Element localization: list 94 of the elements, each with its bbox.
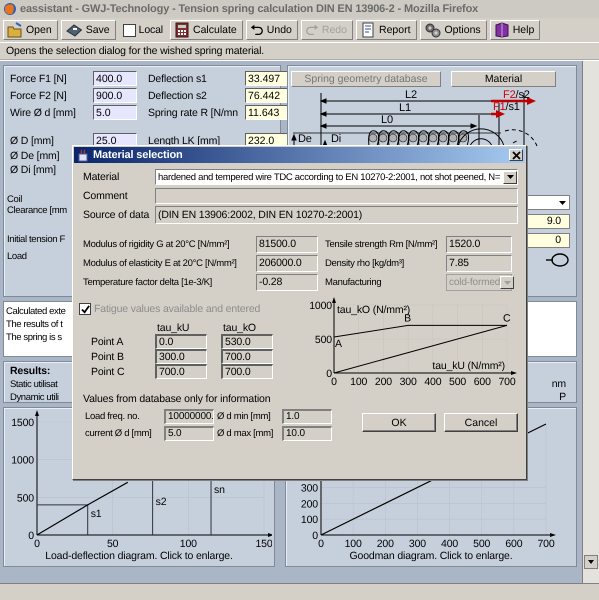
dialog-title: Material selection — [93, 149, 183, 161]
dimension-label: L1 — [399, 102, 411, 114]
tick-label: 400 — [424, 376, 442, 388]
field-label: Load freq. no. — [85, 411, 140, 422]
tick-label: 500 — [314, 334, 332, 346]
tick-label: 0 — [331, 376, 337, 388]
tick-label: 500 — [16, 492, 34, 504]
result-label: Deflection s1 — [147, 72, 207, 84]
tick-label: 0 — [28, 530, 34, 542]
reference-label: s2 — [156, 496, 166, 508]
field-label: Ø D [mm] — [10, 134, 54, 146]
tick-label: 700 — [498, 376, 516, 388]
field-label: Force F2 [N] — [10, 90, 67, 102]
result-label: Spring rate R [N/mn — [147, 106, 238, 118]
result-label: Deflection s2 — [147, 90, 207, 102]
field-label: Coil — [7, 194, 22, 205]
field-label: current Ø d [mm] — [85, 428, 152, 439]
tick-label: 500 — [472, 538, 490, 548]
field-label: Initial tension F — [7, 234, 65, 245]
tick-label: 0 — [34, 538, 40, 548]
results-title: Results: — [10, 365, 50, 378]
value-field: 9.0 — [526, 214, 570, 229]
field-label: Ø De [mm] — [10, 150, 60, 162]
tick-label: 0 — [326, 368, 332, 380]
result-unit: P — [559, 391, 566, 404]
property-label: Modulus of elasticity E at 20°C [N/mm²] — [83, 258, 238, 269]
info-field: 10.0 — [282, 426, 332, 441]
tick-label: 1000 — [309, 300, 332, 312]
message-line: Calculated exte — [6, 305, 66, 318]
tick-label: 100 — [350, 376, 368, 388]
result-line: Dynamic utili — [10, 391, 59, 404]
tick-label: 150 — [255, 538, 272, 548]
tick-label: 600 — [504, 538, 522, 548]
message-line: The results of t — [6, 318, 62, 331]
result-unit: nm — [552, 378, 566, 391]
row-label: Point C — [91, 366, 126, 378]
field-label: Ø d min [mm] — [217, 411, 272, 422]
message-line: The spring is s — [6, 331, 62, 344]
field-label: Material — [83, 171, 120, 183]
tick-label: 200 — [376, 538, 394, 548]
field-label: Load — [7, 251, 27, 262]
field-label: Clearance [mm — [7, 205, 67, 216]
tick-label: 0 — [318, 538, 324, 548]
field-label: Force F1 [N] — [10, 72, 67, 84]
column-header: tau_kO — [222, 322, 257, 334]
point-label: C — [503, 312, 510, 324]
window-title: eassistant - GWJ-Technology - Tension spring calculation DIN EN 13906-2 - Mozilla Firefox — [20, 3, 478, 15]
tick-label: 300 — [408, 538, 426, 548]
property-label: Density rho [kg/dm³] — [324, 258, 405, 269]
tick-label: 50 — [106, 538, 118, 548]
tick-label: 700 — [536, 538, 554, 548]
tick-label: 100 — [344, 538, 362, 548]
property-label: Modulus of rigidity G at 20°C [N/mm²] — [83, 239, 230, 250]
property-label: Manufacturing — [324, 277, 382, 288]
dimension-label: L2 — [405, 89, 417, 101]
dimension-label: L0 — [381, 114, 393, 126]
result-line: Static utilisat — [10, 378, 58, 391]
field-label: Comment — [83, 190, 129, 202]
tick-label: 200 — [374, 376, 392, 388]
chart-caption: Load-deflection diagram. Click to enlarge. — [45, 550, 233, 562]
tick-label: 200 — [300, 498, 318, 510]
info-field: 5.0 — [164, 426, 214, 441]
field-label: Wire Ø d [mm] — [10, 106, 76, 118]
field-label: Ø Di [mm] — [10, 164, 56, 176]
source-field: (DIN EN 13906:2002, DIN EN 10270-2:2001) — [155, 206, 518, 224]
info-field: 10000000. — [164, 409, 214, 424]
tick-label: 0 — [312, 530, 318, 542]
chart-caption: Goodman diagram. Click to enlarge. — [350, 550, 512, 562]
reference-label: sn — [214, 484, 225, 496]
field-label: Ø d max [mm] — [217, 428, 274, 439]
tick-label: 100 — [180, 538, 197, 548]
tick-label: 1000 — [11, 454, 34, 467]
axis-label: tau_kU (N/mm²) — [432, 360, 505, 372]
tick-label: 300 — [300, 482, 318, 494]
tick-label: 300 — [400, 376, 417, 388]
info-title: Values from database only for information — [83, 393, 270, 405]
point-label: A — [335, 338, 342, 350]
column-header: tau_kU — [156, 322, 190, 334]
tick-label: 1500 — [11, 417, 34, 429]
dimension-label: De — [298, 133, 312, 145]
row-label: Point B — [91, 350, 125, 362]
tick-label: 100 — [300, 514, 318, 526]
tick-label: 500 — [449, 376, 466, 388]
hint-text: Opens the selection dialog for the wished spring material. — [6, 45, 264, 57]
info-field: 1.0 — [282, 409, 332, 424]
property-label: Temperature factor delta [1e-3/K] — [83, 277, 213, 288]
value-field: 0 — [526, 233, 570, 248]
tick-label: 600 — [474, 376, 491, 388]
dimension-label: Di — [331, 133, 342, 145]
reference-label: s1 — [90, 508, 102, 520]
property-label: Tensile strength Rm [N/mm²] — [324, 239, 438, 250]
field-label: Source of data — [83, 209, 150, 221]
tick-label: 400 — [440, 538, 458, 548]
row-label: Point A — [91, 336, 124, 348]
